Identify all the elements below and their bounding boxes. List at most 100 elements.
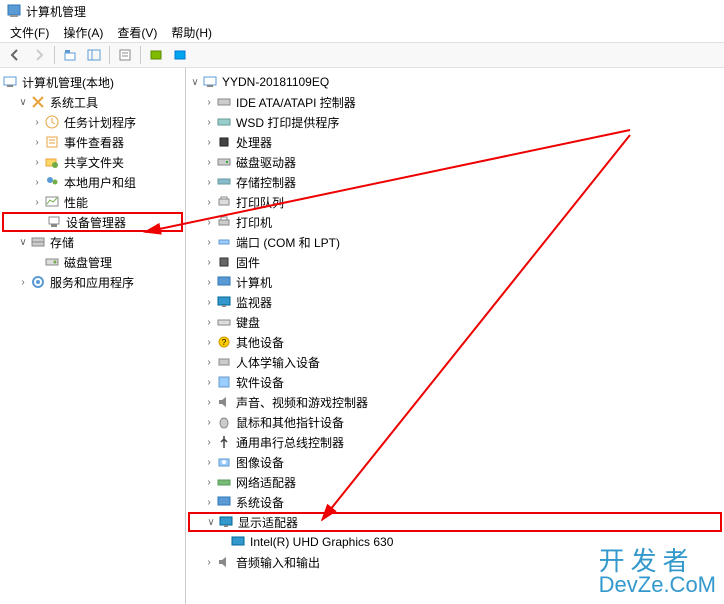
- dev-system-label: 系统设备: [236, 494, 284, 511]
- dev-network-label: 网络适配器: [236, 474, 296, 491]
- collapse-icon[interactable]: ∨: [188, 77, 202, 88]
- expand-icon[interactable]: ›: [202, 497, 216, 508]
- expand-icon[interactable]: ›: [202, 297, 216, 308]
- expand-icon[interactable]: ›: [30, 137, 44, 148]
- dev-usb[interactable]: ›通用串行总线控制器: [188, 432, 722, 452]
- dev-monitor[interactable]: › 监视器: [188, 292, 722, 312]
- dev-wsd[interactable]: ›WSD 打印提供程序: [188, 112, 722, 132]
- expand-icon[interactable]: ›: [202, 437, 216, 448]
- tree-performance[interactable]: › 性能: [2, 192, 183, 212]
- tree-services[interactable]: › 服务和应用程序: [2, 272, 183, 292]
- printq-icon: [216, 194, 232, 210]
- dev-sound[interactable]: ›声音、视频和游戏控制器: [188, 392, 722, 412]
- dev-software[interactable]: ›软件设备: [188, 372, 722, 392]
- dev-mouse[interactable]: ›鼠标和其他指针设备: [188, 412, 722, 432]
- expand-icon[interactable]: ›: [16, 277, 30, 288]
- tree-root[interactable]: 计算机管理(本地): [2, 72, 183, 92]
- expand-icon[interactable]: ›: [202, 217, 216, 228]
- expand-icon[interactable]: ›: [202, 157, 216, 168]
- toolbar-refresh[interactable]: [145, 44, 167, 66]
- expand-icon[interactable]: ›: [202, 417, 216, 428]
- dev-cpu[interactable]: ›处理器: [188, 132, 722, 152]
- hid-icon: [216, 354, 232, 370]
- dev-audio[interactable]: ›音频输入和输出: [188, 552, 722, 572]
- expand-icon[interactable]: ›: [30, 117, 44, 128]
- expand-icon[interactable]: ›: [202, 357, 216, 368]
- dev-keyboard[interactable]: ›键盘: [188, 312, 722, 332]
- menu-help[interactable]: 帮助(H): [165, 22, 218, 42]
- dev-printer[interactable]: ›打印机: [188, 212, 722, 232]
- dev-imaging[interactable]: ›图像设备: [188, 452, 722, 472]
- expand-icon[interactable]: ›: [202, 97, 216, 108]
- tree-event-viewer[interactable]: › 事件查看器: [2, 132, 183, 152]
- collapse-icon[interactable]: ∨: [204, 517, 218, 528]
- toolbar-help[interactable]: [169, 44, 191, 66]
- dev-disk[interactable]: ›磁盘驱动器: [188, 152, 722, 172]
- other-icon: ?: [216, 334, 232, 350]
- system-tools-label: 系统工具: [50, 94, 98, 111]
- dev-ports[interactable]: ›端口 (COM 和 LPT): [188, 232, 722, 252]
- dev-computer[interactable]: ›计算机: [188, 272, 722, 292]
- dev-display[interactable]: ∨显示适配器: [188, 512, 722, 532]
- event-icon: [44, 134, 60, 150]
- tree-system-tools[interactable]: ∨ 系统工具: [2, 92, 183, 112]
- tree-device-manager[interactable]: 设备管理器: [2, 212, 183, 232]
- dev-ide-label: IDE ATA/ATAPI 控制器: [236, 94, 356, 111]
- expand-icon[interactable]: ›: [202, 317, 216, 328]
- dev-other[interactable]: ›?其他设备: [188, 332, 722, 352]
- menu-file[interactable]: 文件(F): [4, 22, 55, 42]
- expand-icon[interactable]: ›: [30, 157, 44, 168]
- storage-ctrl-icon: [216, 174, 232, 190]
- expand-icon[interactable]: ›: [202, 237, 216, 248]
- menu-action[interactable]: 操作(A): [57, 22, 109, 42]
- storage-icon: [30, 234, 46, 250]
- dev-printq[interactable]: ›打印队列: [188, 192, 722, 212]
- expand-icon[interactable]: ›: [202, 457, 216, 468]
- dev-system[interactable]: › 系统设备: [188, 492, 722, 512]
- expand-icon[interactable]: ›: [202, 177, 216, 188]
- dev-display-child[interactable]: Intel(R) UHD Graphics 630: [188, 532, 722, 552]
- menu-view[interactable]: 查看(V): [111, 22, 163, 42]
- clock-icon: [44, 114, 60, 130]
- expand-icon[interactable]: ›: [202, 557, 216, 568]
- dev-storage[interactable]: ›存储控制器: [188, 172, 722, 192]
- expand-icon[interactable]: ›: [202, 337, 216, 348]
- toolbar-up[interactable]: [59, 44, 81, 66]
- toolbar-forward[interactable]: [28, 44, 50, 66]
- port-icon: [216, 234, 232, 250]
- dev-root[interactable]: ∨ YYDN-20181109EQ: [188, 72, 722, 92]
- expand-icon[interactable]: ›: [202, 477, 216, 488]
- display-icon: [218, 514, 234, 530]
- expand-icon[interactable]: ›: [202, 137, 216, 148]
- disk-icon: [44, 254, 60, 270]
- expand-icon[interactable]: ›: [202, 377, 216, 388]
- tree-storage[interactable]: ∨ 存储: [2, 232, 183, 252]
- collapse-icon[interactable]: ∨: [16, 97, 30, 108]
- expand-icon[interactable]: ›: [202, 277, 216, 288]
- tree-shared-folders[interactable]: › 共享文件夹: [2, 152, 183, 172]
- dev-monitor-label: 监视器: [236, 294, 272, 311]
- toolbar-props[interactable]: [114, 44, 136, 66]
- collapse-icon[interactable]: ∨: [16, 237, 30, 248]
- tree-disk-mgmt[interactable]: 磁盘管理: [2, 252, 183, 272]
- ide-icon: [216, 94, 232, 110]
- dev-network[interactable]: › 网络适配器: [188, 472, 722, 492]
- performance-label: 性能: [64, 194, 88, 211]
- right-tree-pane: ∨ YYDN-20181109EQ › IDE ATA/ATAPI 控制器 ›WS…: [186, 68, 724, 604]
- dev-ide[interactable]: › IDE ATA/ATAPI 控制器: [188, 92, 722, 112]
- expand-icon[interactable]: ›: [202, 257, 216, 268]
- sound-icon: [216, 394, 232, 410]
- expand-icon[interactable]: ›: [202, 117, 216, 128]
- dev-firmware[interactable]: ›固件: [188, 252, 722, 272]
- tree-local-users[interactable]: › 本地用户和组: [2, 172, 183, 192]
- firmware-icon: [216, 254, 232, 270]
- toolbar-back[interactable]: [4, 44, 26, 66]
- expand-icon[interactable]: ›: [30, 197, 44, 208]
- tree-task-scheduler[interactable]: › 任务计划程序: [2, 112, 183, 132]
- expand-icon[interactable]: ›: [202, 197, 216, 208]
- dev-hid[interactable]: ›人体学输入设备: [188, 352, 722, 372]
- expand-icon[interactable]: ›: [202, 397, 216, 408]
- shared-icon: [44, 154, 60, 170]
- toolbar-panel[interactable]: [83, 44, 105, 66]
- expand-icon[interactable]: ›: [30, 177, 44, 188]
